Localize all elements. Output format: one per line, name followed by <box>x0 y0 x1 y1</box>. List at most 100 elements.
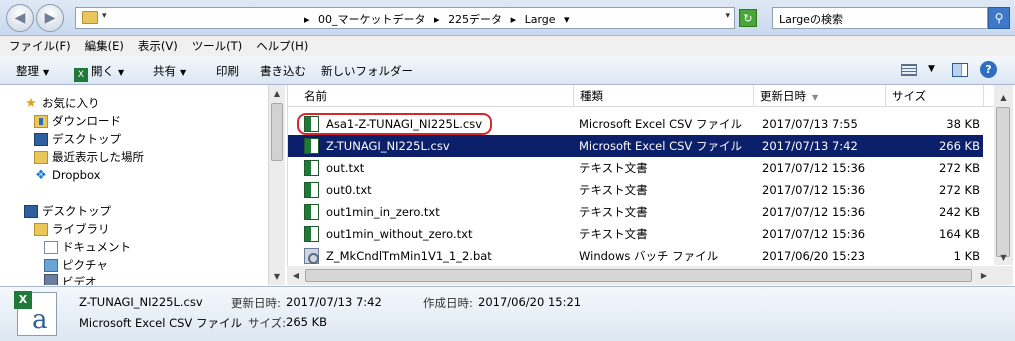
scroll-thumb[interactable] <box>996 107 1010 257</box>
videos-icon <box>44 274 58 285</box>
breadcrumb-separator[interactable]: ▸ <box>304 13 310 26</box>
nav-item-desktop-favorite[interactable]: デスクトップ <box>34 130 121 148</box>
search-icon: ⚲ <box>994 11 1004 25</box>
menu-help[interactable]: ヘルプ(H) <box>256 38 308 54</box>
help-icon[interactable]: ? <box>980 61 997 78</box>
nav-item-dropbox[interactable]: ❖ Dropbox <box>34 166 100 184</box>
nav-item-favorites[interactable]: ★ お気に入り <box>24 94 99 112</box>
menu-view[interactable]: 表示(V) <box>138 38 178 54</box>
new-folder-button[interactable]: 新しいフォルダー <box>321 63 413 79</box>
file-size-cell: 1 KB <box>953 249 980 263</box>
file-list-horizontal-scrollbar[interactable]: ◀ ▶ <box>287 266 994 285</box>
open-button[interactable]: X 開く ▼ <box>74 63 124 82</box>
scroll-up-arrow-icon[interactable]: ▲ <box>269 85 285 101</box>
column-header-type[interactable]: 種類 <box>574 85 754 107</box>
column-header-modified[interactable]: 更新日時 ▼ <box>754 85 886 107</box>
breadcrumb-separator[interactable]: ▸ <box>434 13 440 26</box>
breadcrumb-item[interactable]: 225データ <box>448 13 502 26</box>
file-type-cell: Windows バッチ ファイル <box>579 249 719 263</box>
forward-button[interactable]: ▶ <box>36 4 64 32</box>
menu-file[interactable]: ファイル(F) <box>9 38 71 54</box>
file-size-cell: 266 KB <box>938 139 980 153</box>
search-input[interactable]: Largeの検索 <box>772 7 988 29</box>
file-name-cell: out.txt <box>326 161 365 175</box>
column-label: 更新日時 <box>760 89 806 103</box>
scroll-down-arrow-icon[interactable]: ▼ <box>995 249 1012 265</box>
search-button[interactable]: ⚲ <box>988 7 1010 29</box>
organize-button[interactable]: 整理 ▼ <box>16 63 49 79</box>
file-row[interactable]: Z_MkCndlTmMin1V1_1_2.bat Windows バッチ ファイル… <box>288 245 983 267</box>
chevron-down-icon: ▼ <box>118 68 125 77</box>
share-label: 共有 <box>153 64 176 78</box>
file-row[interactable]: out1min_in_zero.txt テキスト文書 2017/07/12 15:3… <box>288 201 983 223</box>
desktop-icon <box>34 132 48 146</box>
chevron-down-icon[interactable]: ▾ <box>102 11 107 21</box>
preview-pane-icon[interactable] <box>952 63 968 77</box>
share-button[interactable]: 共有 ▼ <box>153 63 186 79</box>
details-filetype: Microsoft Excel CSV ファイル <box>79 316 242 330</box>
dropbox-icon: ❖ <box>35 167 47 183</box>
back-button[interactable]: ◀ <box>6 4 34 32</box>
nav-item-videos[interactable]: ビデオ <box>44 274 97 285</box>
scroll-down-arrow-icon[interactable]: ▼ <box>269 268 285 284</box>
file-modified-cell: 2017/07/12 15:36 <box>762 183 866 197</box>
column-header-size[interactable]: サイズ <box>886 85 984 107</box>
menu-edit[interactable]: 編集(E) <box>85 38 124 54</box>
chevron-down-icon: ▼ <box>43 68 50 77</box>
breadcrumb-item[interactable]: Large <box>525 13 556 26</box>
burn-button[interactable]: 書き込む <box>260 63 306 79</box>
scroll-up-arrow-icon[interactable]: ▲ <box>995 89 1012 105</box>
csv-file-icon <box>304 138 319 154</box>
desktop-icon <box>24 204 38 218</box>
breadcrumb-separator[interactable]: ▸ <box>511 13 517 26</box>
chevron-down-icon[interactable]: ▼ <box>928 64 935 74</box>
file-row[interactable]: Z-TUNAGI_NI225L.csv Microsoft Excel CSV フ… <box>288 135 983 157</box>
nav-item-pictures[interactable]: ピクチャ <box>44 256 108 274</box>
nav-label: デスクトップ <box>52 132 121 146</box>
file-list: 名前 種類 更新日時 ▼ サイズ Asa1-Z-TUNAGI_NI225L.csv… <box>287 85 1015 285</box>
file-type-cell: テキスト文書 <box>579 161 648 175</box>
file-row[interactable]: out.txt テキスト文書 2017/07/12 15:36 272 KB <box>288 157 983 179</box>
text-file-icon <box>304 160 319 176</box>
nav-item-recent-places[interactable]: 最近表示した場所 <box>34 148 144 166</box>
nav-item-libraries[interactable]: ライブラリ <box>34 220 110 238</box>
file-list-vertical-scrollbar[interactable]: ▲ ▼ <box>994 85 1013 265</box>
scroll-thumb[interactable] <box>271 103 283 161</box>
column-headers: 名前 種類 更新日時 ▼ サイズ <box>288 85 998 107</box>
menu-tools[interactable]: ツール(T) <box>192 38 243 54</box>
scroll-thumb[interactable] <box>305 269 972 282</box>
file-row[interactable]: Asa1-Z-TUNAGI_NI225L.csv Microsoft Excel … <box>288 113 983 135</box>
file-row[interactable]: out0.txt テキスト文書 2017/07/12 15:36 272 KB <box>288 179 983 201</box>
csv-file-large-icon: X a <box>14 291 57 336</box>
file-size-cell: 164 KB <box>938 227 980 241</box>
address-field[interactable]: ▾ ▸ 00_マーケットデータ ▸ 225データ ▸ Large ▾ ▾ <box>75 7 735 29</box>
nav-item-desktop[interactable]: デスクトップ <box>24 202 111 220</box>
file-modified-cell: 2017/06/20 15:23 <box>762 249 866 263</box>
sort-indicator-icon: ▼ <box>812 93 819 102</box>
address-history-dropdown[interactable]: ▾ <box>725 11 730 21</box>
forward-arrow-icon: ▶ <box>44 10 56 26</box>
file-name-cell: out1min_in_zero.txt <box>326 205 440 219</box>
file-name-cell: Z_MkCndlTmMin1V1_1_2.bat <box>326 249 492 263</box>
refresh-button[interactable]: ↻ <box>739 9 757 27</box>
print-button[interactable]: 印刷 <box>216 63 239 79</box>
nav-item-downloads[interactable]: ダウンロード <box>34 112 121 130</box>
breadcrumb: ▸ 00_マーケットデータ ▸ 225データ ▸ Large ▾ <box>304 11 575 27</box>
file-type-cell: Microsoft Excel CSV ファイル <box>579 117 742 131</box>
scroll-right-arrow-icon[interactable]: ▶ <box>976 267 992 284</box>
command-bar: 整理 ▼ X 開く ▼ 共有 ▼ 印刷 書き込む 新しいフォルダー <box>0 56 1015 85</box>
nav-scrollbar[interactable]: ▲ ▼ <box>268 85 285 285</box>
scroll-left-arrow-icon[interactable]: ◀ <box>288 267 304 284</box>
back-arrow-icon: ◀ <box>14 10 26 26</box>
breadcrumb-item[interactable]: 00_マーケットデータ <box>318 13 426 26</box>
nav-item-documents[interactable]: ドキュメント <box>44 238 131 256</box>
file-size-cell: 242 KB <box>938 205 980 219</box>
column-header-name[interactable]: 名前 <box>298 85 574 107</box>
nav-label: ライブラリ <box>52 222 110 236</box>
file-size-cell: 272 KB <box>938 161 980 175</box>
view-options-icon[interactable] <box>901 64 917 76</box>
chevron-down-icon[interactable]: ▾ <box>564 13 570 26</box>
file-modified-cell: 2017/07/12 15:36 <box>762 205 866 219</box>
file-row[interactable]: out1min_without_zero.txt テキスト文書 2017/07/12… <box>288 223 983 245</box>
nav-label: ダウンロード <box>52 114 121 128</box>
